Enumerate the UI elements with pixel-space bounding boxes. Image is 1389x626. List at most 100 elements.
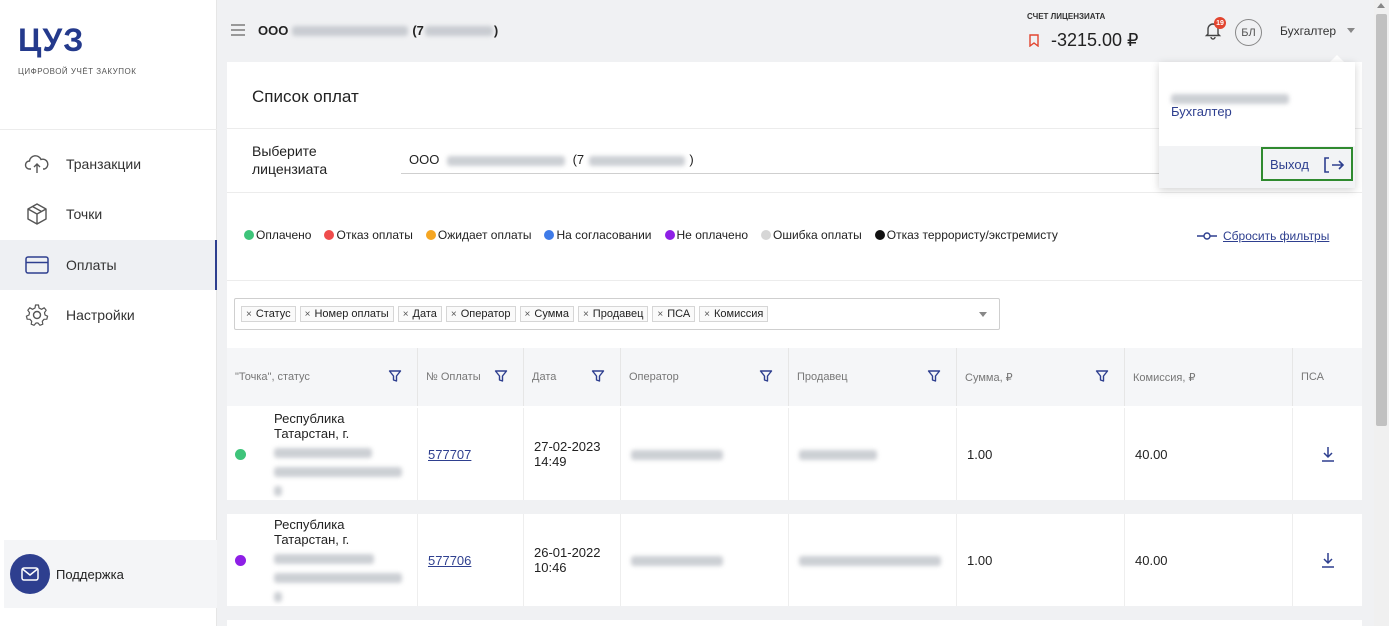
- legend-item: Отказ оплаты: [324, 228, 413, 242]
- column-chip[interactable]: × ПСА: [652, 306, 696, 322]
- redacted-text: [274, 591, 282, 602]
- download-icon[interactable]: [1321, 446, 1335, 462]
- redacted-text: [274, 447, 372, 458]
- date-value: 27-02-2023: [534, 439, 601, 454]
- chip-label: ПСА: [667, 308, 691, 320]
- scrollbar-thumb[interactable]: [1376, 14, 1387, 426]
- filter-icon[interactable]: [494, 369, 508, 383]
- divider: [227, 192, 1362, 193]
- chip-label: Дата: [412, 308, 437, 320]
- close-icon: ×: [304, 308, 311, 320]
- chevron-down-icon[interactable]: [979, 312, 987, 317]
- chip-label: Продавец: [592, 308, 644, 320]
- chevron-down-icon[interactable]: [1347, 28, 1355, 33]
- commission-value: 40.00: [1135, 552, 1168, 568]
- column-header-number: № Оплаты: [418, 348, 524, 406]
- status-dot: [235, 448, 246, 460]
- payment-date: 26-01-2022 10:46: [534, 545, 601, 575]
- logout-button[interactable]: Выход: [1261, 147, 1353, 181]
- point-address: Республика Татарстан, г.: [274, 517, 402, 603]
- avatar[interactable]: БЛ: [1235, 19, 1262, 46]
- sidebar-item-points[interactable]: Точки: [0, 189, 217, 239]
- user-dropdown: Бухгалтер Выход: [1159, 62, 1355, 188]
- point-line: Республика: [274, 411, 345, 426]
- cell-date: 26-01-2022 10:46: [524, 514, 621, 606]
- column-header-sum: Сумма, ₽: [957, 348, 1125, 406]
- support-label: Поддержка: [56, 566, 124, 582]
- close-icon: ×: [246, 308, 252, 320]
- point-line: Республика: [274, 517, 345, 532]
- notification-badge: 19: [1214, 17, 1226, 29]
- logo-subtitle: ЦИФРОВОЙ УЧЁТ ЗАКУПОК: [18, 67, 137, 76]
- date-value: 26-01-2022: [534, 545, 601, 560]
- column-chip[interactable]: × Дата: [397, 306, 442, 322]
- logo[interactable]: ЦУЗ: [18, 22, 84, 59]
- cell-number: 577707: [418, 408, 524, 500]
- logout-label: Выход: [1270, 156, 1309, 172]
- point-address: Республика Татарстан, г.: [274, 411, 402, 497]
- licensee-inn-open: (7: [572, 152, 585, 167]
- legend-dot: [425, 230, 436, 240]
- column-chip[interactable]: × Номер оплаты: [299, 306, 394, 322]
- scroll-up-icon[interactable]: [1377, 3, 1385, 8]
- sidebar-item-payments[interactable]: Оплаты: [0, 240, 217, 290]
- column-chip[interactable]: × Статус: [241, 306, 296, 322]
- licensee-select[interactable]: ООО (7 ): [401, 146, 1161, 174]
- sidebar-item-settings[interactable]: Настройки: [0, 290, 217, 340]
- filter-icon[interactable]: [927, 369, 941, 383]
- column-chip[interactable]: × Оператор: [445, 306, 516, 322]
- columns-multiselect[interactable]: × Статус × Номер оплаты × Дата × Оператор × С…: [234, 298, 1000, 330]
- box-icon: [27, 203, 47, 225]
- legend-label: Отказ оплаты: [336, 228, 413, 242]
- legend-dot: [761, 230, 771, 240]
- column-header-psa: ПСА: [1293, 348, 1362, 406]
- cell-sum: 1.00: [957, 514, 1125, 606]
- redacted-text: [446, 155, 565, 166]
- cell-seller: [789, 408, 957, 500]
- chip-label: Статус: [255, 308, 291, 320]
- scrollbar[interactable]: [1374, 0, 1389, 626]
- reset-filters-label: Сбросить фильтры: [1223, 229, 1330, 243]
- point-line: Татарстан, г.: [274, 426, 350, 441]
- column-header-seller: Продавец: [789, 348, 957, 406]
- dropdown-footer: Выход: [1159, 146, 1355, 188]
- dropdown-role: Бухгалтер: [1171, 104, 1232, 119]
- filter-icon[interactable]: [388, 369, 402, 383]
- redacted-text: [1171, 93, 1289, 104]
- redacted-text: [588, 155, 685, 166]
- support-button[interactable]: Поддержка: [4, 540, 217, 608]
- legend-label: На согласовании: [556, 228, 652, 242]
- cell-sum: 1.00: [957, 408, 1125, 500]
- column-chip[interactable]: × Комиссия: [699, 306, 769, 322]
- sidebar-item-transactions[interactable]: Транзакции: [0, 139, 217, 189]
- menu-icon[interactable]: [231, 24, 245, 36]
- point-line: Татарстан, г.: [274, 532, 350, 547]
- gear-icon: [25, 304, 49, 326]
- column-chip[interactable]: × Сумма: [519, 306, 574, 322]
- filter-icon[interactable]: [591, 369, 605, 383]
- payment-number-link[interactable]: 577706: [428, 553, 471, 568]
- table-row[interactable]: Республика Татарстан, г. 577707 27-02-20…: [227, 408, 1362, 500]
- filter-icon[interactable]: [759, 369, 773, 383]
- account-value: -3215.00 ₽: [1051, 30, 1139, 50]
- payment-number-link[interactable]: 577707: [428, 447, 471, 462]
- redacted-text: [292, 25, 409, 36]
- legend-item: Ожидает оплаты: [425, 228, 531, 242]
- filter-icon[interactable]: [1095, 369, 1109, 383]
- org-title: ООО (7 ): [258, 23, 498, 38]
- user-role-menu[interactable]: Бухгалтер: [1280, 24, 1336, 38]
- legend-dot: [324, 230, 335, 240]
- redacted-text: [274, 485, 282, 496]
- table-row[interactable]: Республика Татарстан, г. 577706 26-01-20…: [227, 514, 1362, 606]
- payment-date: 27-02-2023 14:49: [534, 439, 601, 469]
- redacted-text: [799, 450, 877, 461]
- column-chip[interactable]: × Продавец: [577, 306, 649, 322]
- column-header-label: Сумма, ₽: [965, 371, 1013, 384]
- download-icon[interactable]: [1321, 552, 1335, 568]
- column-header-date: Дата: [524, 348, 621, 406]
- column-header-label: Дата: [532, 371, 557, 383]
- reset-filters-link[interactable]: Сбросить фильтры: [1197, 229, 1329, 243]
- cell-operator: [621, 514, 789, 606]
- cell-commission: 40.00: [1125, 408, 1293, 500]
- licensee-label-line: Выберите: [252, 143, 317, 159]
